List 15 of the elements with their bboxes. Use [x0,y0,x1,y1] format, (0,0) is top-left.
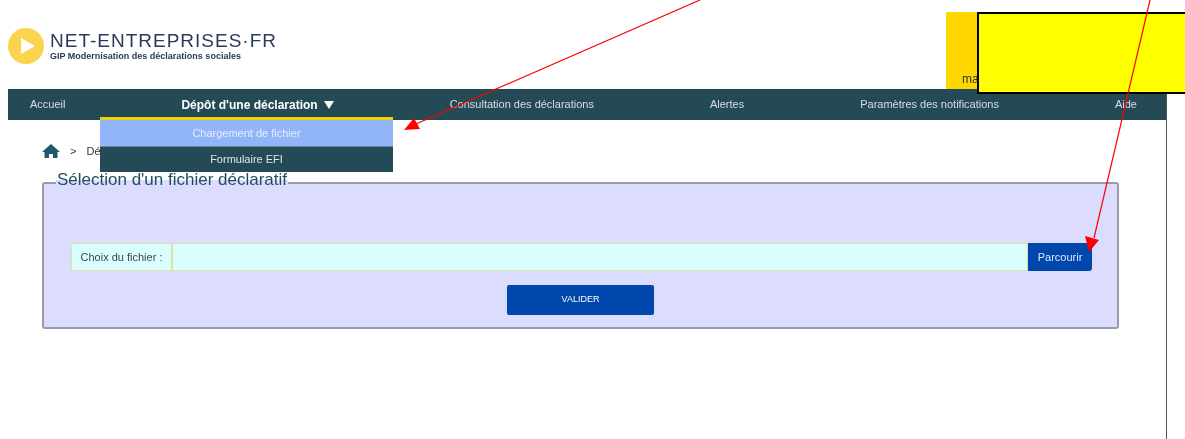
submit-button[interactable]: VALIDER [507,285,654,315]
breadcrumb-link[interactable]: Dé [86,142,101,160]
file-input[interactable] [172,243,1028,271]
logo-tagline: GIP Modernisation des déclarations sociales [50,51,242,61]
nav-item[interactable]: Alertes [709,96,745,113]
play-logo-icon [8,28,44,64]
browse-button[interactable]: Parcourir [1028,243,1092,271]
file-label: Choix du fichier : [71,243,172,271]
home-icon[interactable] [42,144,60,158]
logo-name: NET-ENTREPRISES·FR [50,31,278,51]
caret-down-icon [323,100,334,109]
breadcrumb-separator: > [70,143,77,159]
nav-item[interactable]: Paramètres des notifications [860,96,999,113]
nav-item[interactable]: Accueil [30,96,66,113]
nav-item[interactable]: Dépôt d'une déclaration [181,95,334,114]
